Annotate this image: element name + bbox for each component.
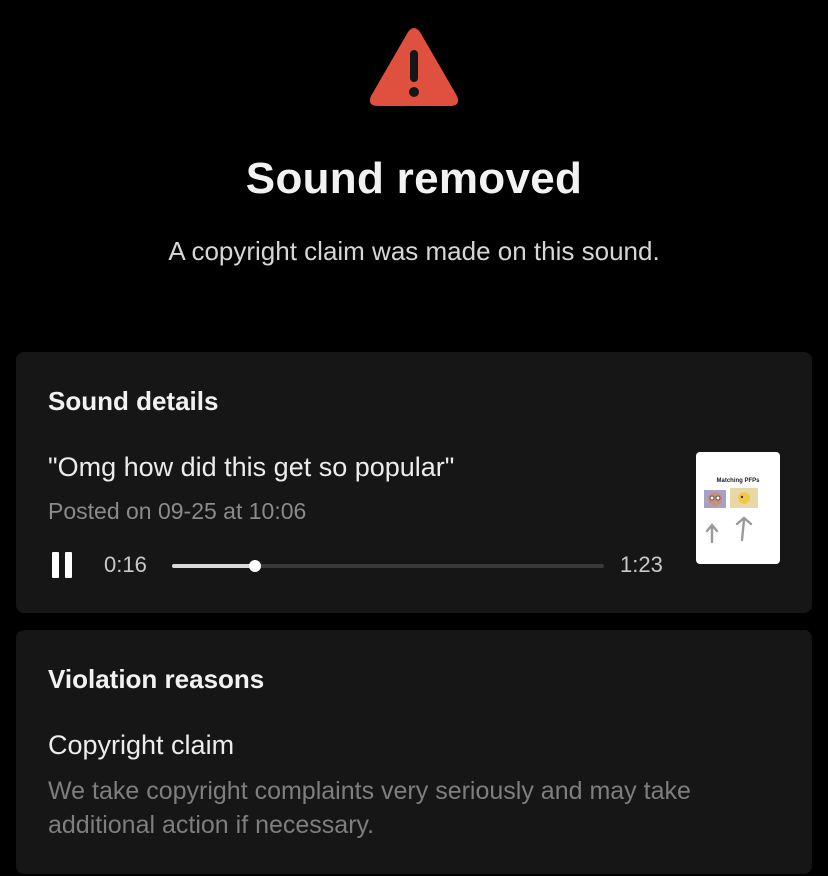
current-time: 0:16 [104, 552, 147, 577]
violation-reason-text: We take copyright complaints very seriou… [48, 777, 691, 839]
page-subtitle: A copyright claim was made on this sound… [168, 236, 660, 266]
progress-fill [172, 564, 256, 568]
violation-reasons-heading: Violation reasons [48, 664, 265, 694]
sound-details-heading: Sound details [48, 386, 219, 416]
pause-button[interactable] [52, 552, 74, 578]
page-title: Sound removed [245, 154, 583, 203]
progress-knob[interactable] [249, 560, 262, 572]
progress-slider[interactable] [172, 560, 604, 572]
sound-removed-page: Sound removed A copyright claim was made… [0, 0, 828, 876]
thumbnail-caption: Matching PFPs [716, 478, 760, 484]
violation-reason-title: Copyright claim [48, 730, 235, 760]
warning-icon [369, 28, 459, 106]
sound-thumbnail[interactable]: Matching PFPs [696, 452, 780, 564]
pause-icon-bar [65, 552, 72, 578]
sound-name: "Omg how did this get so popular" [48, 452, 455, 482]
total-time: 1:23 [620, 552, 663, 577]
pause-icon [52, 552, 59, 578]
posted-date: Posted on 09-25 at 10:06 [48, 498, 307, 524]
violation-reasons-card: Violation reasons Copyright claim We tak… [16, 630, 812, 874]
thumbnail-image [704, 488, 758, 544]
sound-details-card: Sound details "Omg how did this get so p… [16, 352, 812, 613]
